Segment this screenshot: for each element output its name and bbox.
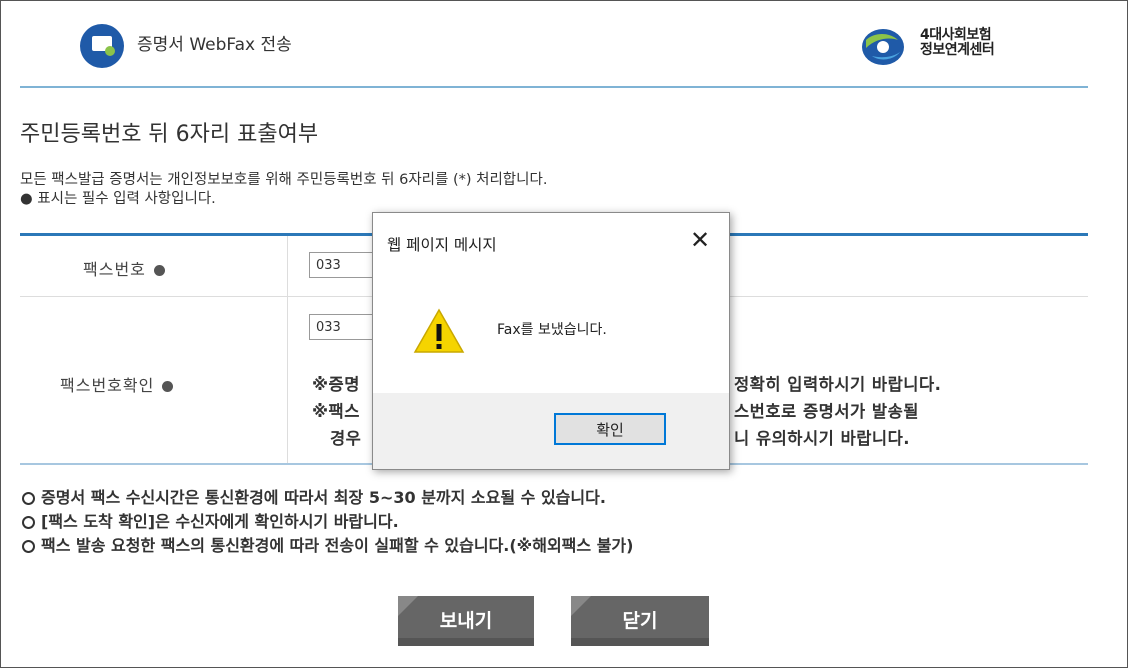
brand-line-1: 4대사회보험 (920, 27, 992, 43)
description-line-1: 모든 팩스발급 증명서는 개인정보보호를 위해 주민등록번호 뒤 6자리를 (*… (20, 172, 548, 188)
brand-logo-icon (862, 29, 904, 65)
notice-line-3b: 니 유의하시기 바랍니다. (734, 429, 911, 448)
message-dialog: 웹 페이지 메시지 ✕ Fax를 보냈습니다. 확인 (372, 212, 730, 470)
warning-icon (413, 308, 465, 353)
list-item: 팩스 발송 요청한 팩스의 통신환경에 따라 전송이 실패할 수 있습니다.(※… (22, 534, 633, 558)
dialog-message: Fax를 보냈습니다. (497, 322, 607, 338)
brand-line-2: 정보연계센터 (920, 42, 995, 58)
description-line-2: ● 표시는 필수 입력 사항입니다. (20, 191, 216, 207)
notice-line-1a: ※증명 (312, 375, 360, 394)
description: 모든 팩스발급 증명서는 개인정보보호를 위해 주민등록번호 뒤 6자리를 (*… (20, 171, 547, 209)
note-text: [팩스 도착 확인]은 수신자에게 확인하시기 바랍니다. (41, 512, 399, 531)
certificate-logo-icon (80, 24, 124, 68)
fax-confirm-input[interactable] (309, 314, 379, 340)
fax-number-label: 팩스번호 (83, 256, 165, 280)
fax-confirm-label-text: 팩스번호확인 (60, 376, 155, 395)
notice-line-2a: ※팩스 (312, 402, 360, 421)
circle-bullet-icon (22, 516, 35, 529)
notes-list: 증명서 팩스 수신시간은 통신환경에 따라서 최장 5~30 분까지 소요될 수… (22, 486, 633, 558)
fax-number-label-text: 팩스번호 (83, 260, 146, 279)
note-text: 팩스 발송 요청한 팩스의 통신환경에 따라 전송이 실패할 수 있습니다.(※… (41, 536, 634, 555)
brand-name: 4대사회보험 정보연계센터 (920, 27, 995, 58)
fax-number-input[interactable] (309, 252, 379, 278)
button-corner-tab (398, 596, 418, 616)
send-button-label: 보내기 (439, 610, 493, 632)
send-button[interactable]: 보내기 (398, 596, 534, 646)
required-dot-icon (153, 265, 165, 276)
notice-line-1b: 정확히 입력하시기 바랍니다. (734, 375, 942, 394)
note-text: 증명서 팩스 수신시간은 통신환경에 따라서 최장 5~30 분까지 소요될 수… (41, 488, 606, 507)
dialog-footer: 확인 (373, 393, 729, 469)
header: 증명서 WebFax 전송 4대사회보험 정보연계센터 (0, 0, 1130, 86)
button-corner-tab (571, 596, 591, 616)
list-item: 증명서 팩스 수신시간은 통신환경에 따라서 최장 5~30 분까지 소요될 수… (22, 486, 633, 510)
close-button[interactable]: 닫기 (571, 596, 709, 646)
close-icon[interactable]: ✕ (687, 227, 713, 253)
page-title: 주민등록번호 뒤 6자리 표출여부 (20, 122, 319, 147)
ok-button[interactable]: 확인 (554, 413, 666, 445)
header-divider (20, 86, 1088, 88)
notice-line-3a: 경우 (330, 429, 362, 448)
form-column-divider (287, 236, 288, 463)
dialog-title: 웹 페이지 메시지 (387, 236, 497, 254)
notice-line-2b: 스번호로 증명서가 발송될 (734, 402, 919, 421)
circle-bullet-icon (22, 540, 35, 553)
required-dot-icon (162, 381, 174, 392)
fax-confirm-label: 팩스번호확인 (60, 372, 174, 396)
circle-bullet-icon (22, 492, 35, 505)
close-button-label: 닫기 (622, 610, 658, 632)
app-title: 증명서 WebFax 전송 (137, 35, 292, 55)
list-item: [팩스 도착 확인]은 수신자에게 확인하시기 바랍니다. (22, 510, 633, 534)
